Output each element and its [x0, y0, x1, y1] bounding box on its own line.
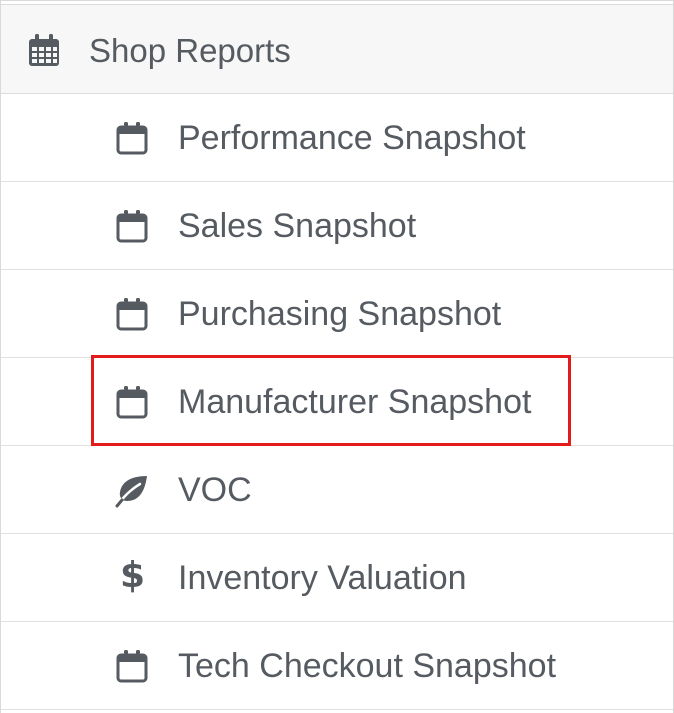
menu-header-label: Shop Reports	[89, 32, 291, 69]
menu-item-label: Sales Snapshot	[178, 207, 417, 245]
calendar-icon	[116, 122, 148, 155]
menu-item-label: Manufacturer Snapshot	[178, 383, 532, 421]
calendar-icon	[116, 210, 148, 243]
menu-item-label: Purchasing Snapshot	[178, 295, 502, 333]
menu-item-voc[interactable]: VOC	[1, 446, 673, 534]
menu-item-sales-snapshot[interactable]: Sales Snapshot	[1, 182, 673, 270]
menu-item-label: VOC	[178, 471, 252, 509]
menu-item-purchasing-snapshot[interactable]: Purchasing Snapshot	[1, 270, 673, 358]
menu-item-inventory-valuation[interactable]: $ Inventory Valuation	[1, 534, 673, 622]
calendar-grid-icon	[29, 34, 59, 66]
dollar-icon: $	[120, 555, 146, 596]
menu-item-manufacturer-snapshot[interactable]: Manufacturer Snapshot	[1, 358, 673, 446]
menu-item-label: Inventory Valuation	[178, 559, 467, 597]
menu-item-tech-checkout-snapshot[interactable]: Tech Checkout Snapshot	[1, 622, 673, 710]
menu-header-shop-reports[interactable]: Shop Reports	[1, 4, 673, 94]
menu-item-performance-snapshot[interactable]: Performance Snapshot	[1, 94, 673, 182]
calendar-icon	[116, 298, 148, 331]
menu-item-label: Tech Checkout Snapshot	[178, 647, 557, 685]
calendar-icon	[116, 650, 148, 683]
calendar-icon	[116, 386, 148, 419]
shop-reports-menu: Shop Reports Performance Snapshot Sales …	[0, 0, 674, 713]
menu-item-label: Performance Snapshot	[178, 119, 526, 157]
leaf-icon	[115, 476, 147, 508]
